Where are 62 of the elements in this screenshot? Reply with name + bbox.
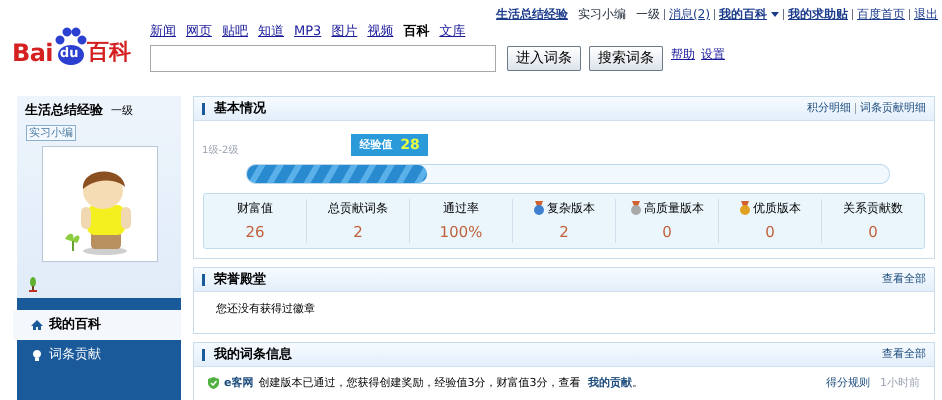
nav-link[interactable]: 文库	[439, 22, 466, 42]
detail-link[interactable]: 词条贡献明细	[860, 100, 926, 117]
stat-label: 通过率	[443, 200, 479, 217]
top-link[interactable]: 生活总结经验	[496, 5, 568, 23]
stat-value: 100%	[440, 222, 482, 243]
top-link[interactable]: 退出	[914, 5, 938, 23]
stat-label: 关系贡献数	[843, 200, 903, 217]
stat-value: 2	[559, 222, 569, 243]
stat-value: 0	[765, 222, 775, 243]
stat-value: 26	[245, 222, 265, 243]
section-title: 基本情况	[214, 100, 266, 118]
home-icon	[31, 318, 43, 330]
empty-message: 您还没有获得过徽章	[215, 301, 316, 317]
menu-link[interactable]: 我的百科	[719, 5, 767, 23]
section-title: 荣誉殿堂	[214, 270, 266, 289]
contribution-link[interactable]: 我的贡献	[588, 376, 632, 389]
experience-tooltip: 经验值 28	[351, 134, 428, 156]
baidu-logo[interactable]: Bai du 百科	[12, 24, 131, 68]
section-title: 我的词条信息	[214, 346, 292, 364]
search-button[interactable]: 进入词条	[507, 46, 581, 71]
nav-link[interactable]: 图片	[331, 22, 358, 42]
role-badge: 实习小编	[26, 124, 76, 140]
caret-icon[interactable]	[771, 12, 779, 16]
search-button[interactable]: 搜索词条	[589, 46, 663, 71]
stat-value: 0	[662, 222, 672, 243]
nav-link[interactable]: 新闻	[150, 22, 176, 42]
nav-link[interactable]: 知道	[258, 22, 284, 42]
stat-label: 复杂版本	[547, 200, 595, 217]
user-info-text: 实习小编	[578, 6, 626, 23]
level-range: 1级-2级	[202, 144, 238, 158]
activity-message: 创建版本已通过，您获得创建奖励，经验值3分，财富值3分，查看 我的贡献。	[258, 375, 643, 391]
timestamp: 1小时前	[880, 375, 920, 391]
help-link[interactable]: 帮助	[671, 45, 695, 63]
nav-link[interactable]: 视频	[367, 22, 394, 42]
stat-label: 总贡献词条	[328, 200, 388, 217]
sidebar-item[interactable]: 我的百科	[13, 310, 181, 340]
nav-link[interactable]: 百科	[403, 22, 430, 42]
top-link[interactable]: 我的求助贴	[788, 5, 848, 23]
sprout-icon	[29, 276, 37, 292]
rules-link[interactable]: 得分规则	[826, 375, 870, 392]
shield-check-icon	[208, 377, 219, 390]
sidebar-item[interactable]: 词条贡献	[17, 340, 181, 370]
nav-link[interactable]: MP3	[294, 22, 322, 42]
stat-value: 2	[353, 222, 363, 243]
lightbulb-icon	[31, 348, 43, 360]
view-all-link[interactable]: 查看全部	[882, 346, 926, 363]
view-all-link[interactable]: 查看全部	[882, 271, 926, 288]
stat-label: 高质量版本	[644, 200, 704, 217]
nav-link[interactable]: 贴吧	[222, 22, 248, 42]
stat-value: 0	[868, 222, 878, 243]
user-info-text: 一级	[636, 6, 660, 23]
top-link[interactable]: 消息(2)	[669, 5, 710, 23]
help-link[interactable]: 设置	[701, 45, 725, 63]
stat-label: 财富值	[237, 200, 273, 217]
top-link[interactable]: 百度首页	[857, 5, 905, 23]
entry-link[interactable]: e客网	[224, 375, 254, 392]
search-field[interactable]	[150, 45, 496, 72]
user-level: 一级	[111, 103, 133, 119]
user-name: 生活总结经验	[25, 102, 103, 120]
nav-link[interactable]: 网页	[186, 22, 212, 42]
stat-label: 优质版本	[753, 200, 801, 217]
detail-link[interactable]: 积分明细	[807, 100, 851, 117]
